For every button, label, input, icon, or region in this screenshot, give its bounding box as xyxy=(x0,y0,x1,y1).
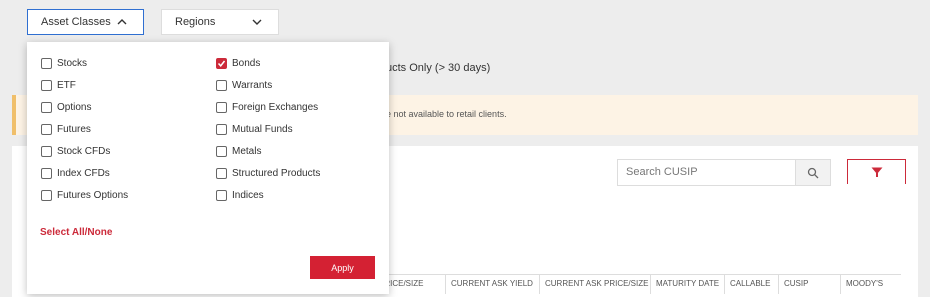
option-label: Stocks xyxy=(57,58,88,69)
option-label: ETF xyxy=(57,80,76,91)
products-filter-text: ucts Only (> 30 days) xyxy=(386,62,491,74)
checkbox[interactable] xyxy=(41,80,52,91)
option-label: Index CFDs xyxy=(57,168,110,179)
option-stock-cfds[interactable]: Stock CFDs xyxy=(41,146,110,157)
column-header[interactable]: MATURITY DATE xyxy=(651,275,725,294)
search-input[interactable]: Search CUSIP xyxy=(617,159,796,186)
column-header[interactable]: CURRENT ASK YIELD xyxy=(446,275,540,294)
option-label: Stock CFDs xyxy=(57,146,111,157)
option-label: Indices xyxy=(232,190,264,201)
option-label: Structured Products xyxy=(232,168,321,179)
asset-classes-menu: Stocks ETF Options Futures Stock CFDs In… xyxy=(27,42,389,294)
checkmark-icon xyxy=(217,60,226,67)
column-header[interactable]: CURRENT ASK PRICE/SIZE xyxy=(540,275,651,294)
asset-classes-label: Asset Classes xyxy=(41,16,111,28)
checkbox-checked[interactable] xyxy=(216,58,227,69)
option-structured-products[interactable]: Structured Products xyxy=(216,168,320,179)
option-futures[interactable]: Futures xyxy=(41,124,91,135)
notice-text: e not available to retail clients. xyxy=(386,109,507,119)
checkbox[interactable] xyxy=(41,190,52,201)
checkbox[interactable] xyxy=(41,124,52,135)
option-mutual-funds[interactable]: Mutual Funds xyxy=(216,124,293,135)
select-all-none-link[interactable]: Select All/None xyxy=(40,227,112,238)
option-stocks[interactable]: Stocks xyxy=(41,58,87,69)
option-metals[interactable]: Metals xyxy=(216,146,261,157)
option-index-cfds[interactable]: Index CFDs xyxy=(41,168,110,179)
asset-classes-dropdown[interactable]: Asset Classes xyxy=(27,9,144,35)
option-label: Metals xyxy=(232,146,262,157)
option-label: Foreign Exchanges xyxy=(232,102,319,113)
apply-button[interactable]: Apply xyxy=(310,256,375,279)
checkbox[interactable] xyxy=(41,146,52,157)
checkbox[interactable] xyxy=(216,80,227,91)
option-foreign-exchanges[interactable]: Foreign Exchanges xyxy=(216,102,318,113)
option-label: Warrants xyxy=(232,80,273,91)
option-label: Bonds xyxy=(232,58,261,69)
checkbox[interactable] xyxy=(216,102,227,113)
option-label: Futures xyxy=(57,124,91,135)
option-label: Futures Options xyxy=(57,190,129,201)
filter-icon xyxy=(871,167,882,177)
checkbox[interactable] xyxy=(216,168,227,179)
checkbox[interactable] xyxy=(216,146,227,157)
search-button[interactable] xyxy=(795,159,831,186)
checkbox[interactable] xyxy=(41,102,52,113)
checkbox[interactable] xyxy=(41,168,52,179)
column-header[interactable]: CALLABLE xyxy=(725,275,779,294)
checkbox[interactable] xyxy=(216,124,227,135)
results-table-header: D PRICE/SIZE CURRENT ASK YIELD CURRENT A… xyxy=(366,274,901,294)
option-label: Mutual Funds xyxy=(232,124,293,135)
option-label: Options xyxy=(57,102,92,113)
option-indices[interactable]: Indices xyxy=(216,190,264,201)
option-options[interactable]: Options xyxy=(41,102,91,113)
regions-dropdown[interactable]: Regions xyxy=(161,9,279,35)
filter-button[interactable] xyxy=(847,159,906,184)
checkbox[interactable] xyxy=(216,190,227,201)
option-bonds[interactable]: Bonds xyxy=(216,58,260,69)
option-etf[interactable]: ETF xyxy=(41,80,76,91)
regions-label: Regions xyxy=(175,16,216,28)
chevron-down-icon xyxy=(252,19,262,25)
column-header[interactable]: CUSIP xyxy=(779,275,841,294)
search-icon xyxy=(807,167,819,178)
chevron-up-icon xyxy=(117,19,127,25)
checkbox[interactable] xyxy=(41,58,52,69)
option-futures-options[interactable]: Futures Options xyxy=(41,190,128,201)
column-header[interactable]: MOODY'S xyxy=(841,275,901,294)
option-warrants[interactable]: Warrants xyxy=(216,80,272,91)
